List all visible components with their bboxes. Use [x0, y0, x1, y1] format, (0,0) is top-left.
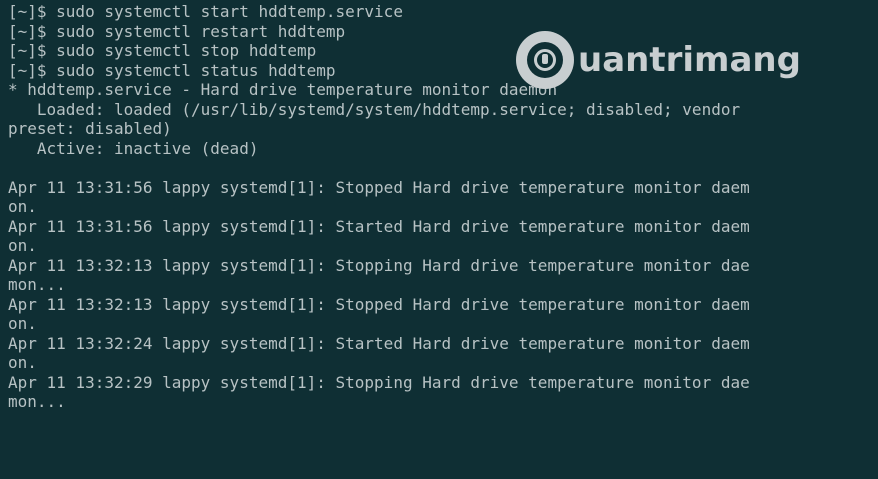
terminal-line: mon... [8, 392, 66, 411]
terminal-line: [~]$ sudo systemctl start hddtemp.servic… [8, 2, 403, 21]
terminal-line: Apr 11 13:32:13 lappy systemd[1]: Stoppe… [8, 294, 750, 314]
terminal-line: mon... [8, 275, 66, 294]
terminal-line: preset: disabled) [8, 119, 172, 138]
terminal-line: Apr 11 13:31:56 lappy systemd[1]: Stoppe… [8, 177, 750, 197]
terminal-line: Apr 11 13:32:13 lappy systemd[1]: Stoppi… [8, 255, 750, 275]
terminal-line: Active: inactive (dead) [8, 138, 259, 158]
terminal-window[interactable]: [~]$ sudo systemctl start hddtemp.servic… [0, 0, 878, 479]
watermark-text: uantrimang [578, 40, 801, 80]
watermark-logo: uantrimang [516, 31, 801, 89]
terminal-line: Apr 11 13:32:29 lappy systemd[1]: Stoppi… [8, 372, 750, 392]
terminal-line: on. [8, 314, 37, 333]
terminal-line: on. [8, 353, 37, 372]
terminal-line: Apr 11 13:31:56 lappy systemd[1]: Starte… [8, 216, 750, 236]
terminal-line: on. [8, 197, 37, 216]
terminal-line: Loaded: loaded (/usr/lib/systemd/system/… [8, 99, 741, 119]
bulb-q-icon [516, 31, 574, 89]
terminal-line: on. [8, 236, 37, 255]
terminal-line: Apr 11 13:32:24 lappy systemd[1]: Starte… [8, 333, 750, 353]
